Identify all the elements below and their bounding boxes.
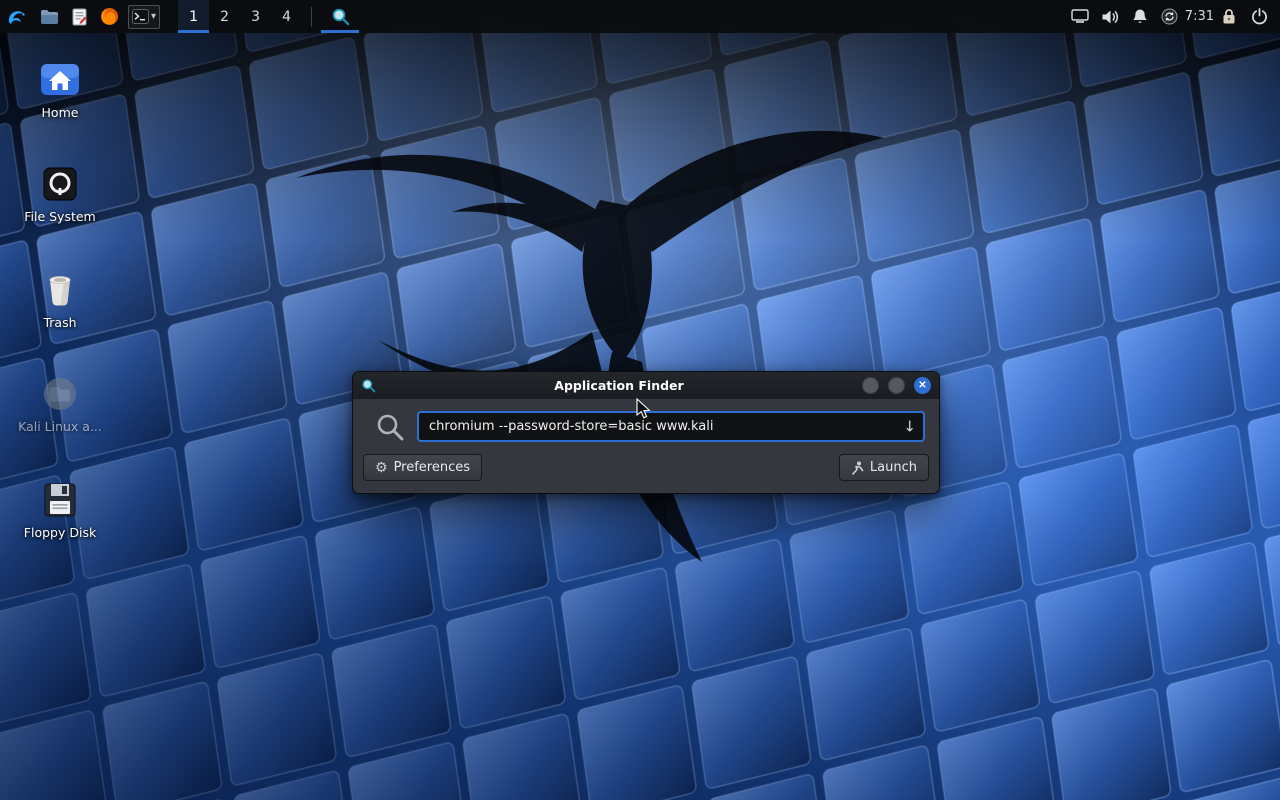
launch-button[interactable]: Launch <box>839 454 929 481</box>
bell-icon <box>1132 8 1148 25</box>
panel-separator <box>311 7 312 27</box>
gear-icon: ⚙ <box>375 461 388 475</box>
display-settings-icon[interactable] <box>1065 0 1095 33</box>
titlebar[interactable]: Application Finder ✕ <box>353 372 939 399</box>
text-editor-icon <box>72 8 87 26</box>
lock-icon <box>1222 8 1236 25</box>
text-editor-launcher[interactable] <box>64 0 94 33</box>
refresh-circle-icon <box>1161 8 1178 25</box>
volume-icon[interactable] <box>1095 0 1125 33</box>
desktop-icon-label: Kali Linux a... <box>18 419 102 434</box>
desktop-icon-label: Trash <box>43 315 76 330</box>
panel-right: 7:31 <box>1065 0 1280 33</box>
application-finder-window: Application Finder ✕ ↓ ⚙ Preferences <box>352 371 940 494</box>
workspace-switcher: 1 2 3 4 <box>178 0 302 33</box>
taskbar-application-finder[interactable] <box>321 0 359 33</box>
search-icon <box>375 412 405 442</box>
power-icon <box>1251 8 1268 25</box>
launch-label: Launch <box>870 460 917 475</box>
minimize-button[interactable] <box>862 377 879 394</box>
desktop-icon-label: Home <box>42 105 79 120</box>
button-row: ⚙ Preferences Launch <box>363 454 929 481</box>
kali-folder-icon <box>38 372 82 416</box>
close-icon: ✕ <box>918 380 926 391</box>
dropdown-arrow-icon[interactable]: ↓ <box>903 419 916 434</box>
desktop-icon-floppy[interactable]: Floppy Disk <box>10 478 110 540</box>
floppy-disk-icon <box>38 478 82 522</box>
kali-menu-button[interactable] <box>0 0 34 33</box>
workspace-3[interactable]: 3 <box>240 0 271 33</box>
desktop-icon-trash[interactable]: Trash <box>10 268 110 330</box>
command-input-wrap: ↓ <box>417 411 925 442</box>
command-input[interactable] <box>417 411 925 442</box>
desktop-icon-file-system[interactable]: File System <box>10 162 110 224</box>
screen-lock-icon[interactable] <box>1214 0 1244 33</box>
trash-icon <box>38 268 82 312</box>
preferences-button[interactable]: ⚙ Preferences <box>363 454 482 481</box>
close-button[interactable]: ✕ <box>914 377 931 394</box>
logout-icon[interactable] <box>1244 0 1274 33</box>
monitor-icon <box>1071 9 1089 24</box>
firefox-launcher[interactable] <box>94 0 124 33</box>
search-row: ↓ <box>365 411 927 442</box>
file-manager-launcher[interactable] <box>34 0 64 33</box>
workspace-4[interactable]: 4 <box>271 0 302 33</box>
launch-icon <box>851 461 864 475</box>
kali-logo-icon <box>6 6 28 28</box>
chevron-down-icon: ▾ <box>151 11 156 22</box>
desktop-icon-home[interactable]: Home <box>10 58 110 120</box>
desktop-icon-kali-folder[interactable]: Kali Linux a... <box>10 372 110 434</box>
desktop-icon-label: Floppy Disk <box>24 525 96 540</box>
window-title: Application Finder <box>382 378 856 393</box>
updates-icon[interactable] <box>1155 0 1185 33</box>
speaker-icon <box>1101 9 1119 25</box>
terminal-icon <box>132 9 149 24</box>
folder-icon <box>40 9 59 25</box>
window-controls: ✕ <box>862 377 931 394</box>
application-finder-icon <box>331 7 350 26</box>
desktop-icon-label: File System <box>24 209 96 224</box>
top-panel: ▾ 1 2 3 4 <box>0 0 1280 33</box>
window-app-icon <box>361 378 376 393</box>
home-icon <box>38 58 82 102</box>
file-system-icon <box>38 162 82 206</box>
preferences-label: Preferences <box>394 460 470 475</box>
notifications-icon[interactable] <box>1125 0 1155 33</box>
finder-body: ↓ ⚙ Preferences Launch <box>353 399 939 493</box>
workspace-1[interactable]: 1 <box>178 0 209 33</box>
clock[interactable]: 7:31 <box>1185 9 1214 24</box>
terminal-launcher[interactable]: ▾ <box>128 5 160 29</box>
workspace-2[interactable]: 2 <box>209 0 240 33</box>
maximize-button[interactable] <box>888 377 905 394</box>
panel-left: ▾ 1 2 3 4 <box>0 0 359 33</box>
firefox-icon <box>100 7 119 26</box>
